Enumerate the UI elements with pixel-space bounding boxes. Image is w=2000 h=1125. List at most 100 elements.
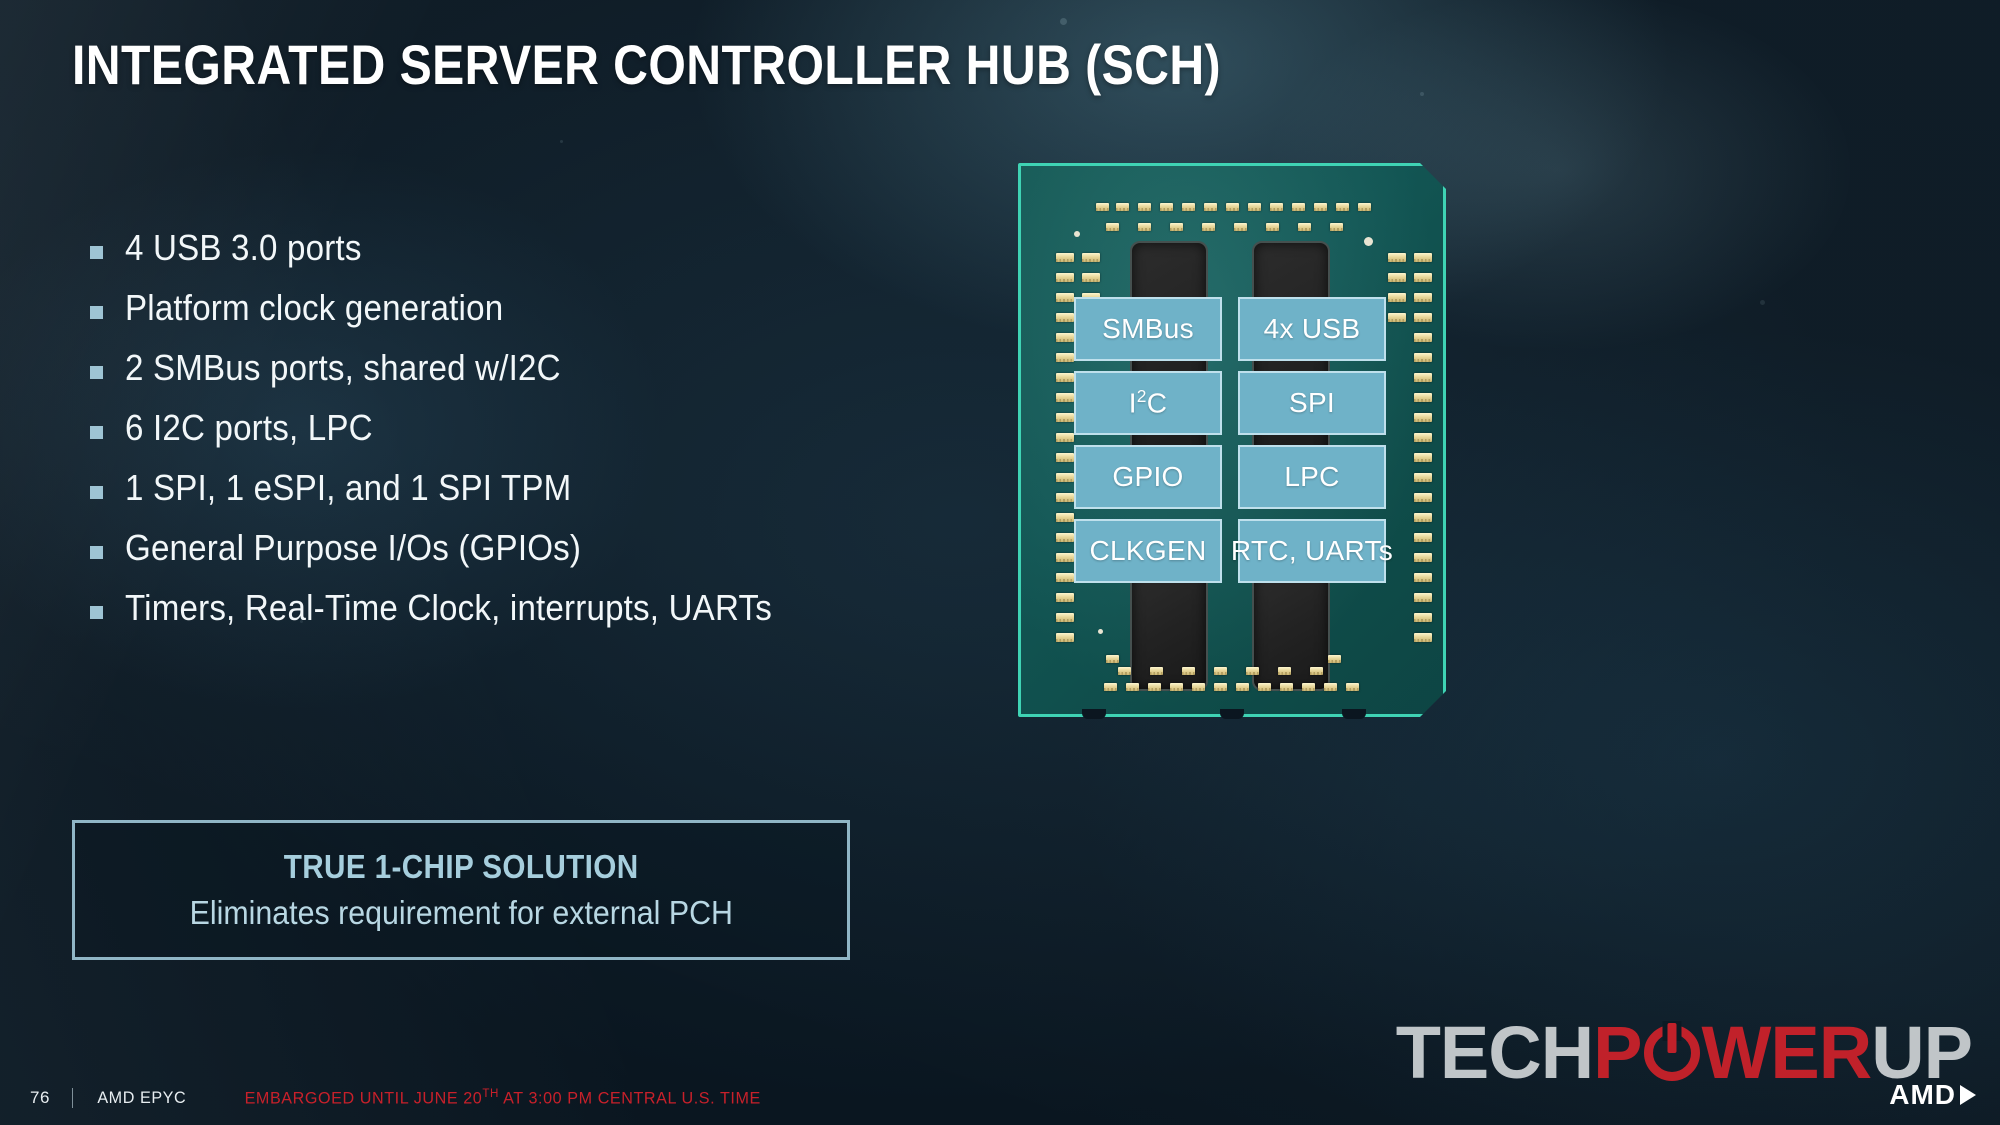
page-title: INTEGRATED SERVER CONTROLLER HUB (SCH) <box>72 33 1222 96</box>
chip-capacitor <box>1246 667 1259 675</box>
slide-canvas: INTEGRATED SERVER CONTROLLER HUB (SCH) 4… <box>0 0 2000 1125</box>
bullet-square-icon <box>90 606 103 619</box>
chip-capacitor <box>1414 493 1432 502</box>
chip-capacitor <box>1056 313 1074 322</box>
chip-capacitor <box>1414 453 1432 462</box>
chip-capacitor <box>1056 253 1074 262</box>
chip-capacitor <box>1056 413 1074 422</box>
chip-capacitor <box>1182 667 1195 675</box>
chip-capacitor <box>1414 633 1432 642</box>
chip-capacitor <box>1096 203 1109 211</box>
chip-capacitor <box>1106 655 1119 663</box>
chip-capacitor <box>1414 333 1432 342</box>
chip-notch <box>1220 709 1244 719</box>
chip-capacitor <box>1388 293 1406 302</box>
list-item: 2 SMBus ports, shared w/I2C <box>90 350 990 386</box>
chip-capacitor <box>1056 513 1074 522</box>
chip-capacitor <box>1280 683 1293 691</box>
chip-block-i2c: I2C <box>1074 371 1222 435</box>
chip-capacitor <box>1056 473 1074 482</box>
chip-capacitor <box>1116 203 1129 211</box>
chip-capacitor <box>1226 203 1239 211</box>
chip-capacitor <box>1192 683 1205 691</box>
list-item: 6 I2C ports, LPC <box>90 410 990 446</box>
watermark-p-text: P <box>1593 1011 1642 1094</box>
techpowerup-watermark: TECH P WER UP <box>1396 1010 1973 1095</box>
chip-capacitor <box>1358 203 1371 211</box>
chip-capacitor <box>1126 683 1139 691</box>
chip-capacitor <box>1414 353 1432 362</box>
chip-block-rtc-uarts: RTC, UARTs <box>1231 519 1393 583</box>
chip-capacitor <box>1414 533 1432 542</box>
chip-capacitor <box>1302 683 1315 691</box>
chip-die-lower-left <box>1130 573 1208 691</box>
chip-capacitor <box>1214 667 1227 675</box>
chip-block-label: SMBus <box>1102 313 1194 344</box>
chip-capacitor <box>1056 273 1074 282</box>
chip-capacitor <box>1414 593 1432 602</box>
chip-capacitor <box>1170 683 1183 691</box>
bullet-square-icon <box>90 486 103 499</box>
chip-capacitor <box>1138 203 1151 211</box>
chip-capacitor <box>1414 373 1432 382</box>
callout-subtitle: Eliminates requirement for external PCH <box>189 894 733 931</box>
chip-block-label: GPIO <box>1112 461 1184 492</box>
list-item-label: Timers, Real-Time Clock, interrupts, UAR… <box>125 587 772 628</box>
chip-capacitor <box>1056 533 1074 542</box>
background-speck <box>1420 92 1424 96</box>
chip-capacitor <box>1266 223 1279 231</box>
chip-capacitor <box>1298 223 1311 231</box>
chip-capacitor <box>1236 683 1249 691</box>
chip-capacitor <box>1270 203 1283 211</box>
embargo-notice: EMBARGOED UNTIL JUNE 20TH AT 3:00 PM CEN… <box>244 1086 761 1108</box>
bullet-square-icon <box>90 366 103 379</box>
list-item-label: General Purpose I/Os (GPIOs) <box>125 527 582 568</box>
chip-capacitor <box>1278 667 1291 675</box>
chip-block-lpc: LPC <box>1238 445 1386 509</box>
chip-block-spi: SPI <box>1238 371 1386 435</box>
chip-capacitor <box>1310 667 1323 675</box>
list-item-label: 6 I2C ports, LPC <box>125 407 373 448</box>
callout-title: TRUE 1-CHIP SOLUTION <box>283 848 639 885</box>
chip-block-label: I2C <box>1128 386 1168 419</box>
bullet-square-icon <box>90 306 103 319</box>
chip-capacitor <box>1056 633 1074 642</box>
chip-block-usb: 4x USB <box>1238 297 1386 361</box>
footer-brand: AMD EPYC <box>97 1087 187 1107</box>
chip-capacitor <box>1328 655 1341 663</box>
chip-capacitor <box>1170 223 1183 231</box>
chip-capacitor <box>1330 223 1343 231</box>
chip-capacitor <box>1182 203 1195 211</box>
chip-capacitor <box>1204 203 1217 211</box>
chip-capacitor <box>1414 513 1432 522</box>
chip-capacitor <box>1414 313 1432 322</box>
chip-capacitor <box>1414 613 1432 622</box>
chip-capacitor <box>1056 333 1074 342</box>
chip-capacitor <box>1414 293 1432 302</box>
chip-marking-dot <box>1074 231 1080 237</box>
chip-capacitor <box>1414 553 1432 562</box>
list-item: General Purpose I/Os (GPIOs) <box>90 530 990 566</box>
chip-notch <box>1342 709 1366 719</box>
chip-capacitor <box>1056 553 1074 562</box>
list-item-label: 2 SMBus ports, shared w/I2C <box>125 347 561 388</box>
footer-divider <box>72 1087 74 1108</box>
bullet-square-icon <box>90 546 103 559</box>
page-number: 76 <box>30 1087 51 1107</box>
chip-capacitor <box>1056 493 1074 502</box>
list-item-label: 1 SPI, 1 eSPI, and 1 SPI TPM <box>125 467 572 508</box>
amd-logo: AMD <box>1889 1079 1976 1111</box>
amd-arrow-icon <box>1960 1085 1976 1105</box>
chip-capacitor <box>1324 683 1337 691</box>
chip-capacitor <box>1160 203 1173 211</box>
chip-capacitor <box>1414 433 1432 442</box>
amd-logo-text: AMD <box>1889 1079 1956 1110</box>
background-speck <box>560 140 563 143</box>
chip-block-label: 4x USB <box>1263 313 1361 344</box>
chip-capacitor <box>1106 223 1119 231</box>
list-item: 1 SPI, 1 eSPI, and 1 SPI TPM <box>90 470 990 506</box>
chip-marking-dot <box>1098 629 1103 634</box>
chip-capacitor <box>1150 667 1163 675</box>
chip-capacitor <box>1056 433 1074 442</box>
chip-capacitor <box>1414 473 1432 482</box>
